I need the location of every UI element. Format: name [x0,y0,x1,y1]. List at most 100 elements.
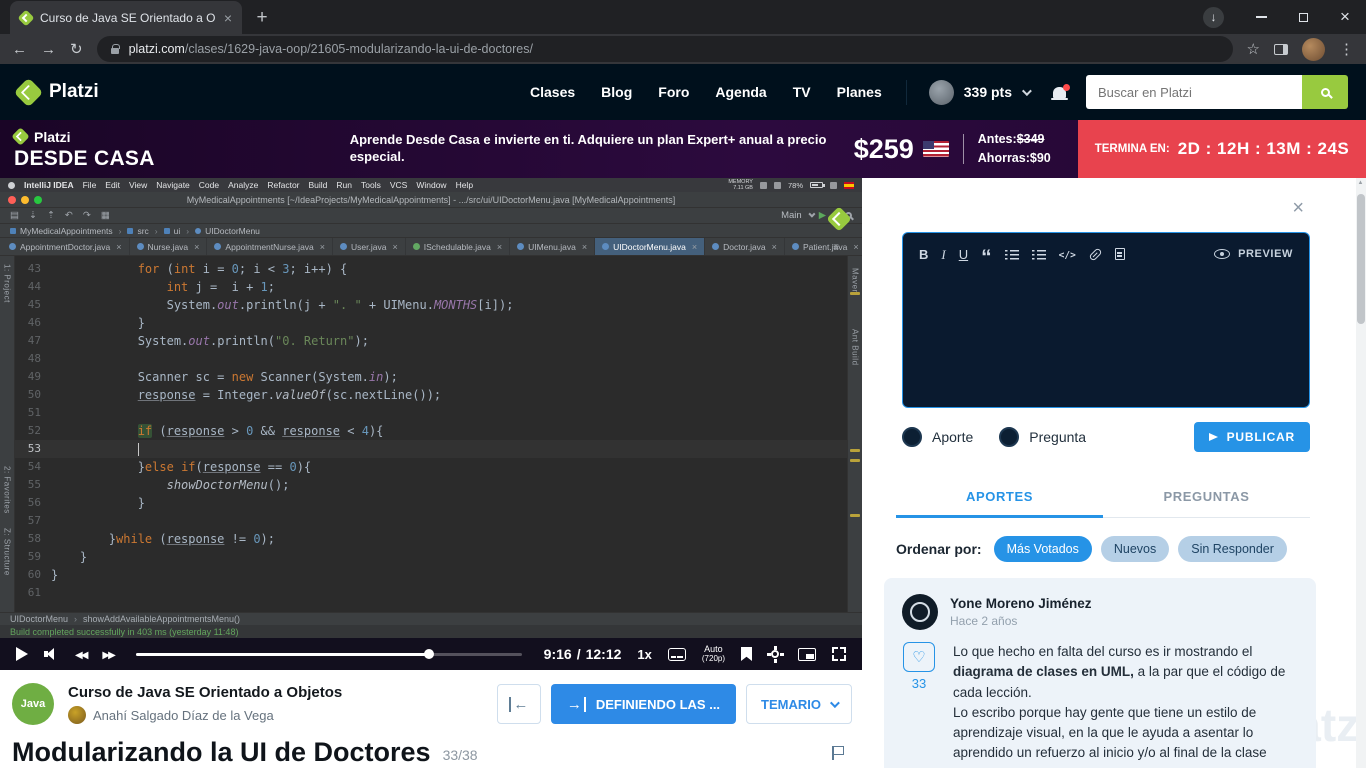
browser-profile-avatar[interactable] [1302,37,1325,61]
bullet-list-icon[interactable] [1004,248,1019,260]
close-panel-icon[interactable] [1292,198,1304,218]
fullscreen-button[interactable] [832,647,846,661]
commenter-name[interactable]: Yone Moreno Jiménez [950,596,1092,611]
tab-close-icon: × [771,241,777,252]
search-button[interactable] [1302,75,1348,109]
like-button[interactable] [903,642,935,672]
sort-pill[interactable]: Sin Responder [1178,536,1287,562]
chevron-down-icon[interactable] [1021,85,1032,96]
new-tab-button[interactable] [248,4,276,32]
grid-icon [101,210,110,221]
nav-clases[interactable]: Clases [530,84,575,100]
lesson-title: Modularizando la UI de Doctores [12,737,431,767]
platzi-header: Platzi Clases Blog Foro Agenda TV Planes 339 … [0,64,1366,120]
radio-pregunta[interactable]: Pregunta [999,427,1086,447]
comment-input[interactable] [919,271,1293,395]
nav-agenda[interactable]: Agenda [715,84,766,100]
address-bar[interactable]: platzi.com/clases/1629-java-oop/21605-mo… [96,36,1233,62]
nav-planes[interactable]: Planes [837,84,882,100]
skip-forward-button[interactable] [102,645,113,663]
editor-tab: User.java × [333,238,406,255]
quote-icon[interactable] [981,248,992,261]
bookmark-button[interactable] [741,647,752,661]
underline-icon[interactable] [959,248,968,261]
course-badge[interactable]: Java [12,683,54,725]
bold-icon[interactable] [919,248,928,261]
undo-icon [65,210,73,221]
notifications-bell-icon[interactable] [1051,83,1070,100]
forward-button[interactable] [41,42,56,57]
nav-foro[interactable]: Foro [658,84,689,100]
main-nav: Clases Blog Foro Agenda TV Planes [530,84,882,100]
course-title[interactable]: Curso de Java SE Orientado a Objetos [68,684,483,701]
nav-blog[interactable]: Blog [601,84,632,100]
preview-toggle[interactable]: PREVIEW [1214,248,1293,260]
side-panel-icon[interactable] [1274,43,1288,55]
user-avatar[interactable] [928,79,954,105]
previous-lesson-button[interactable] [496,684,541,724]
sort-pill[interactable]: Nuevos [1100,536,1170,562]
code-icon[interactable] [1059,245,1076,263]
subtitles-button[interactable] [667,647,686,661]
publish-button[interactable]: PUBLICAR [1193,422,1310,452]
breadcrumb-separator: › [154,225,158,236]
tab-preguntas[interactable]: PREGUNTAS [1103,476,1310,517]
url-path: /clases/1629-java-oop/21605-modularizand… [184,42,533,56]
platzi-favicon-icon [17,9,35,26]
ide-right-tool-strip: Maven Ant Build [847,256,862,612]
settings-gear-button[interactable] [767,646,779,658]
mac-menu-item: Analyze [228,180,259,190]
minimize-button[interactable] [1240,0,1282,34]
next-lesson-button[interactable]: DEFINIENDO LAS ... [550,684,737,724]
search-input[interactable] [1086,75,1302,109]
composer-toolbar: PREVIEW [903,233,1309,267]
report-flag-icon[interactable] [832,746,844,760]
speed-button[interactable]: 1x [637,647,651,662]
radio-aporte[interactable]: Aporte [902,427,973,447]
heart-icon [912,648,925,667]
tab-aportes[interactable]: APORTES [896,476,1103,518]
quality-button[interactable]: Auto (720p) [702,644,725,664]
rewind-button[interactable] [75,645,86,663]
line-number: 61 [27,586,41,599]
tab-close-icon[interactable] [224,10,232,26]
url-text: platzi.com/clases/1629-java-oop/21605-mo… [129,42,533,56]
play-button[interactable] [16,647,28,661]
link-icon[interactable] [1088,246,1103,262]
sort-pill[interactable]: Más Votados [993,536,1092,562]
time-display: 9:16 / 12:12 [544,646,622,662]
mac-menu-item: Edit [105,180,120,190]
maximize-button[interactable] [1282,0,1324,34]
commenter-avatar[interactable] [902,594,938,630]
points-badge[interactable]: 339 pts [964,84,1012,100]
mac-menu-item: Refactor [267,180,300,190]
platzi-logo[interactable]: Platzi [13,77,99,107]
browser-menu-icon[interactable] [1339,42,1354,57]
volume-button[interactable] [44,648,59,660]
page-scrollbar[interactable] [1356,178,1366,768]
tab-close-icon: × [194,241,200,252]
bookmark-star-icon[interactable] [1247,42,1260,57]
numbered-list-icon[interactable] [1031,248,1046,260]
italic-icon[interactable] [941,248,945,261]
video-player[interactable]: IntelliJ IDEA File Edit View Navigate Code Ana… [0,178,862,670]
reload-button[interactable] [70,42,83,57]
promo-banner[interactable]: Platzi DESDE CASA Aprende Desde Casa e i… [0,120,1366,178]
scrollbar-thumb[interactable] [1357,194,1365,324]
browser-update-icon[interactable] [1203,6,1224,28]
browser-tab[interactable]: Curso de Java SE Orientado a Ob [10,1,242,34]
attachment-icon[interactable] [1114,248,1125,260]
progress-knob[interactable] [424,649,435,659]
progress-bar[interactable] [135,649,522,659]
send-icon [1208,433,1218,441]
temario-button[interactable]: TEMARIO [746,684,852,724]
text-caret [137,443,140,456]
pip-button[interactable] [798,647,816,661]
chevron-down-icon [808,210,816,218]
close-window-button[interactable] [1324,0,1366,34]
back-button[interactable] [12,42,27,57]
search-box [1086,75,1348,109]
breadcrumb-separator: › [74,614,78,624]
nav-tv[interactable]: TV [793,84,811,100]
code-line: 49 Scanner sc = new Scanner(System.in); [15,368,847,386]
